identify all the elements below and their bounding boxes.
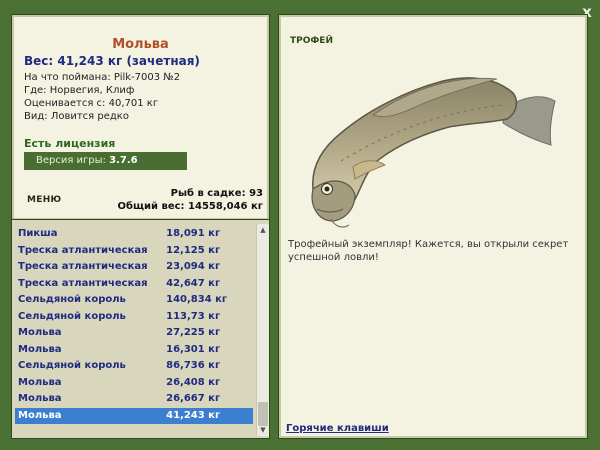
list-item[interactable]: Сельдяной король 113,73 кг bbox=[15, 309, 253, 326]
list-item[interactable]: Мольва 26,408 кг bbox=[15, 375, 253, 392]
list-item-weight: 16,301 кг bbox=[166, 343, 221, 355]
scroll-down-icon[interactable]: ▼ bbox=[257, 424, 269, 436]
fish-kind: Вид: Ловится редко bbox=[24, 111, 129, 122]
fish-location: Где: Норвегия, Клиф bbox=[24, 85, 135, 96]
list-item-weight: 23,094 кг bbox=[166, 261, 221, 272]
list-item-weight: 12,125 кг bbox=[166, 244, 221, 256]
catch-list-panel: Пикша 18,091 кг Треска атлантическая 12,125… bbox=[12, 220, 269, 438]
menu-button[interactable]: МЕНЮ bbox=[27, 195, 61, 205]
list-item-name: Мольва bbox=[18, 376, 62, 388]
trophy-panel: ТРОФЕЙ Трофейный экземпляр! Кажется, вы … bbox=[279, 15, 587, 438]
list-item-weight: 113,73 кг bbox=[166, 310, 221, 322]
list-item-weight: 86,736 кг bbox=[166, 360, 221, 371]
list-item-name: Треска атлантическая bbox=[18, 277, 148, 289]
list-item[interactable]: Треска атлантическая 42,647 кг bbox=[15, 276, 253, 293]
list-item-weight: 41,243 кг bbox=[166, 409, 221, 421]
license-status: Есть лицензия bbox=[24, 137, 116, 150]
fish-value: Оценивается с: 40,701 кг bbox=[24, 98, 159, 109]
game-window: x Мольва Вес: 41,243 кг (зачетная) На чт… bbox=[0, 0, 600, 450]
list-item[interactable]: Треска атлантическая 23,094 кг bbox=[15, 259, 253, 276]
list-item[interactable]: Сельдяной король 86,736 кг bbox=[15, 358, 253, 375]
list-item-name: Мольва bbox=[18, 327, 62, 338]
fish-info-panel: Мольва Вес: 41,243 кг (зачетная) На что … bbox=[12, 15, 269, 220]
list-item-weight: 140,834 кг bbox=[166, 294, 228, 305]
version-badge: Версия игры: 3.7.6 bbox=[24, 152, 187, 170]
list-item-weight: 18,091 кг bbox=[166, 228, 221, 239]
list-item[interactable]: Пикша 18,091 кг bbox=[15, 226, 253, 243]
list-item-name: Треска атлантическая bbox=[18, 261, 148, 272]
list-item[interactable]: Мольва 27,225 кг bbox=[15, 325, 253, 342]
list-item[interactable]: Мольва 26,667 кг bbox=[15, 391, 253, 408]
list-item-name: Сельдяной король bbox=[18, 310, 126, 322]
list-item-name: Треска атлантическая bbox=[18, 244, 148, 256]
fish-count: Рыб в садке: 93 bbox=[170, 188, 263, 199]
version-label: Версия игры: bbox=[36, 155, 106, 166]
hotkeys-link[interactable]: Горячие клавиши bbox=[286, 423, 389, 434]
list-item-name: Мольва bbox=[18, 409, 62, 421]
list-item[interactable]: Мольва 41,243 кг bbox=[15, 407, 253, 424]
trophy-label: ТРОФЕЙ bbox=[290, 36, 333, 46]
list-item-name: Мольва bbox=[18, 343, 62, 355]
list-item-weight: 26,408 кг bbox=[166, 376, 221, 388]
fish-weight: Вес: 41,243 кг (зачетная) bbox=[24, 54, 200, 68]
list-item-weight: 26,667 кг bbox=[166, 393, 221, 404]
list-item-name: Сельдяной король bbox=[18, 294, 126, 305]
list-item-weight: 27,225 кг bbox=[166, 327, 221, 338]
list-item-name: Пикша bbox=[18, 228, 58, 239]
fish-image bbox=[311, 77, 556, 228]
fish-lure: На что поймана: Pilk-7003 №2 bbox=[24, 72, 181, 83]
scrollbar[interactable]: ▲ ▼ bbox=[256, 224, 269, 436]
catch-stats: Рыб в садке: 93 Общий вес: 14558,046 кг bbox=[117, 187, 263, 213]
fish-name: Мольва bbox=[112, 37, 169, 52]
scroll-thumb[interactable] bbox=[258, 402, 268, 426]
list-item-name: Мольва bbox=[18, 393, 62, 404]
total-weight: Общий вес: 14558,046 кг bbox=[117, 201, 263, 212]
scroll-up-icon[interactable]: ▲ bbox=[257, 224, 269, 236]
list-item[interactable]: Треска атлантическая 12,125 кг bbox=[15, 243, 253, 260]
list-item-name: Сельдяной король bbox=[18, 360, 126, 371]
catch-list: Пикша 18,091 кг Треска атлантическая 12,125… bbox=[15, 226, 253, 424]
list-item[interactable]: Сельдяной король 140,834 кг bbox=[15, 292, 253, 309]
list-item-weight: 42,647 кг bbox=[166, 277, 221, 289]
trophy-message: Трофейный экземпляр! Кажется, вы открыли… bbox=[288, 239, 569, 263]
version-number: 3.7.6 bbox=[109, 155, 138, 166]
list-item[interactable]: Мольва 16,301 кг bbox=[15, 342, 253, 359]
